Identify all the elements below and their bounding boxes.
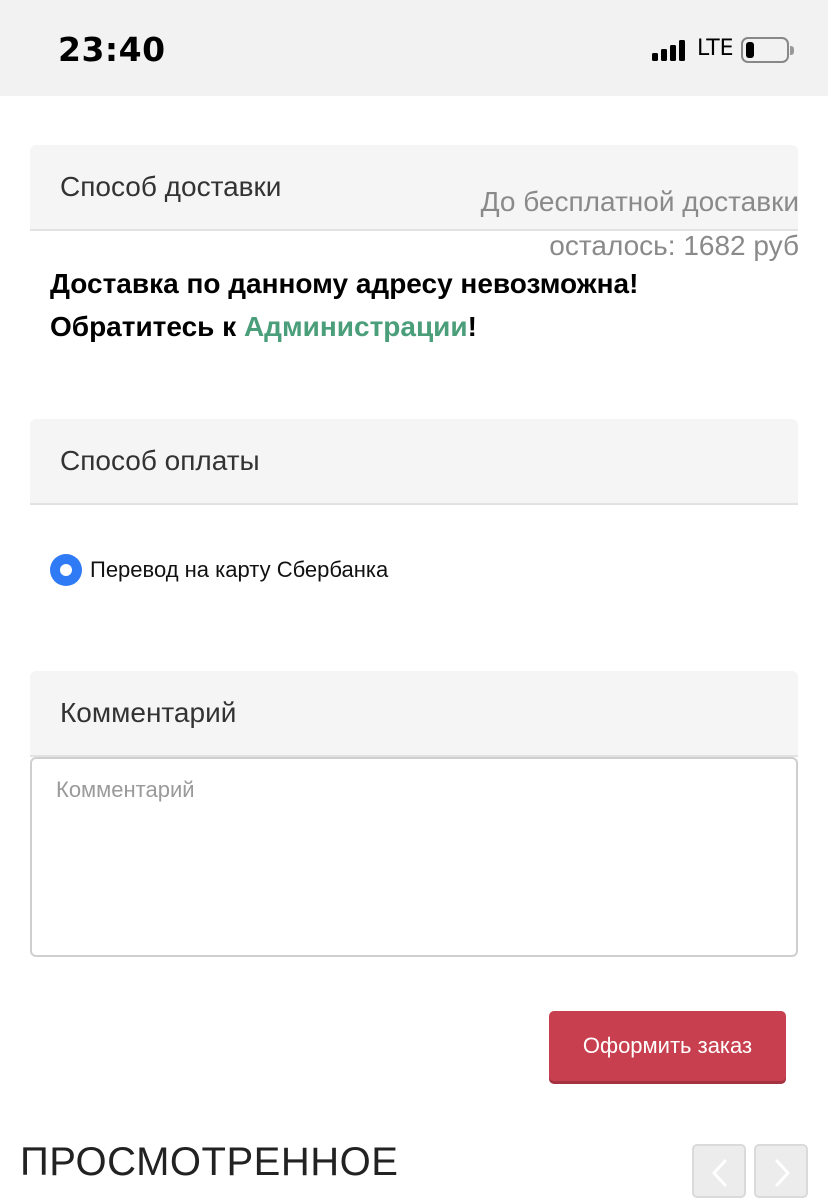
status-time: 23:40 bbox=[58, 30, 166, 69]
delivery-title: Способ доставки bbox=[60, 171, 282, 202]
viewed-next-button[interactable] bbox=[754, 1144, 808, 1198]
network-type: LTE bbox=[697, 36, 734, 61]
free-delivery-line1: До бесплатной доставки bbox=[480, 186, 799, 217]
payment-option-label: Перевод на карту Сбербанка bbox=[90, 557, 389, 582]
viewed-prev-button[interactable] bbox=[692, 1144, 746, 1198]
viewed-section-title: ПРОСМОТРЕННОЕ bbox=[20, 1140, 399, 1184]
delivery-warning-line1: Доставка по данному адресу невозможна! bbox=[50, 268, 639, 299]
comment-textarea[interactable] bbox=[30, 757, 798, 957]
warning-suffix: ! bbox=[467, 311, 477, 342]
payment-panel-header: Способ оплаты bbox=[30, 419, 798, 505]
status-bar: 23:40 LTE bbox=[0, 0, 828, 96]
administration-link[interactable]: Администрации bbox=[244, 311, 468, 342]
battery-icon bbox=[741, 37, 794, 63]
signal-icon bbox=[652, 39, 690, 61]
radio-selected-icon[interactable] bbox=[50, 554, 82, 586]
comment-panel-header: Комментарий bbox=[30, 671, 798, 757]
chevron-right-icon bbox=[775, 1159, 791, 1187]
payment-title: Способ оплаты bbox=[60, 445, 260, 476]
payment-option-sberbank[interactable]: Перевод на карту Сбербанка bbox=[50, 554, 388, 586]
delivery-warning-line2: Обратитесь к Администрации! bbox=[50, 305, 638, 348]
place-order-button[interactable]: Оформить заказ bbox=[549, 1011, 786, 1081]
free-delivery-remaining: До бесплатной доставки осталось: 1682 ру… bbox=[481, 180, 799, 268]
warning-prefix: Обратитесь к bbox=[50, 311, 244, 342]
comment-title: Комментарий bbox=[60, 697, 237, 728]
delivery-warning: Доставка по данному адресу невозможна! О… bbox=[50, 262, 638, 348]
chevron-left-icon bbox=[711, 1159, 727, 1187]
